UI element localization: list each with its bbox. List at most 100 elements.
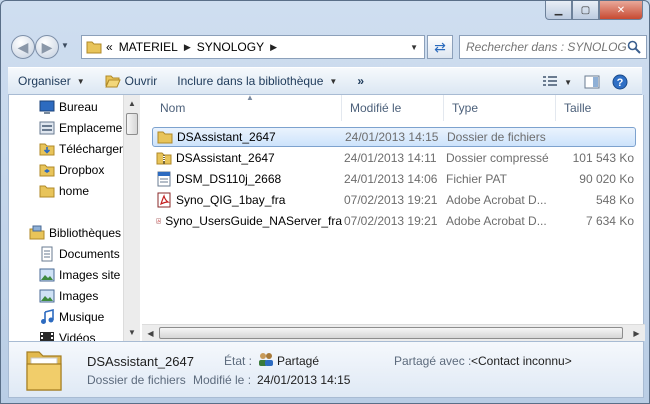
table-row[interactable]: Syno_QIG_1bay_fra 07/02/2013 19:21 Adobe… <box>152 190 636 210</box>
maximize-icon: ▢ <box>580 4 591 16</box>
refresh-button[interactable]: ⇄ <box>427 35 453 59</box>
details-file-name: DSAssistant_2647 <box>87 354 194 369</box>
chevron-down-icon[interactable]: ▼ <box>410 43 418 52</box>
navigation-pane: Bureau Emplacements Téléchargements Drop… <box>9 95 137 341</box>
address-segment-synology[interactable]: SYNOLOGY <box>197 40 264 54</box>
organize-button[interactable]: Organiser ▼ <box>8 69 95 93</box>
maximize-button[interactable]: ▢ <box>572 1 599 20</box>
file-date: 24/01/2013 14:06 <box>344 172 438 186</box>
file-name-cell: DSAssistant_2647 <box>153 129 343 145</box>
places-icon <box>39 121 55 135</box>
nav-item-images-site[interactable]: Images site <box>39 265 120 285</box>
back-arrow-icon: ◀ <box>17 38 29 55</box>
view-controls: ▼ ? <box>536 70 634 94</box>
chevron-right-icon[interactable]: ▶ <box>270 42 277 53</box>
nav-item-home[interactable]: home <box>39 181 89 201</box>
search-box[interactable] <box>459 35 647 59</box>
scroll-thumb[interactable] <box>126 113 138 135</box>
sort-ascending-icon: ▲ <box>246 93 254 102</box>
scroll-thumb[interactable] <box>159 327 623 339</box>
file-name: DSAssistant_2647 <box>177 130 276 144</box>
open-button[interactable]: Ouvrir <box>95 69 168 93</box>
help-button[interactable]: ? <box>606 70 634 94</box>
details-modified-label: Modifié le : <box>193 373 252 387</box>
close-icon: ✕ <box>616 4 626 16</box>
organize-label: Organiser <box>18 74 71 88</box>
zip-folder-icon <box>156 152 172 165</box>
details-state-value: Partagé <box>277 354 320 368</box>
large-folder-icon <box>26 351 62 391</box>
address-prefix[interactable]: « <box>106 40 113 54</box>
file-name: DSM_DS110j_2668 <box>176 172 282 186</box>
chevron-right-icon[interactable]: ▶ <box>184 42 191 53</box>
history-buttons: ◀ ▶ ▼ <box>11 35 83 59</box>
column-header-type[interactable]: Type <box>444 95 556 121</box>
column-header-size[interactable]: Taille <box>556 95 645 121</box>
file-size: 90 020 Ko <box>579 172 634 186</box>
folder-icon <box>157 131 173 144</box>
help-icon: ? <box>612 74 628 90</box>
refresh-icon: ⇄ <box>434 38 446 55</box>
close-button[interactable]: ✕ <box>599 1 643 20</box>
caption-buttons: ▁ ▢ ✕ <box>545 1 643 21</box>
back-button[interactable]: ◀ <box>11 35 35 59</box>
file-type: Dossier de fichiers <box>447 130 546 144</box>
chevron-down-icon: ▼ <box>564 77 572 87</box>
column-header-name[interactable]: Nom <box>142 95 342 121</box>
column-headers: ▲ Nom Modifié le Type Taille <box>142 93 645 121</box>
nav-item-dropbox[interactable]: Dropbox <box>39 160 104 180</box>
file-list: ▲ Nom Modifié le Type Taille DSAssistant… <box>142 93 645 341</box>
nav-item-label: Documents <box>59 247 120 261</box>
nav-item-label: Dropbox <box>59 163 105 177</box>
column-header-date[interactable]: Modifié le <box>342 95 444 121</box>
search-input[interactable] <box>466 40 626 54</box>
nav-item-musique[interactable]: Musique <box>39 307 104 327</box>
music-icon <box>41 309 54 324</box>
forward-arrow-icon: ▶ <box>41 38 53 55</box>
recent-pages-dropdown[interactable]: ▼ <box>61 41 69 50</box>
table-row[interactable]: DSM_DS110j_2668 24/01/2013 14:06 Fichier… <box>152 169 636 189</box>
details-shared-value: <Contact inconnu> <box>471 354 572 368</box>
forward-button[interactable]: ▶ <box>35 35 59 59</box>
table-row[interactable]: Syno_UsersGuide_NAServer_fra 07/02/2013 … <box>152 211 636 231</box>
scroll-left-icon[interactable]: ◀ <box>142 325 159 341</box>
view-details-icon <box>543 76 558 86</box>
nav-item-documents[interactable]: Documents <box>39 244 120 264</box>
details-pane: DSAssistant_2647 Dossier de fichiers Éta… <box>8 341 644 398</box>
file-type: Fichier PAT <box>446 172 507 186</box>
change-view-button[interactable]: ▼ <box>536 70 578 94</box>
scroll-up-icon[interactable]: ▲ <box>124 95 140 112</box>
nav-item-images[interactable]: Images <box>39 286 98 306</box>
shared-users-icon <box>259 353 273 366</box>
pdf-icon <box>157 192 171 208</box>
pdf-icon <box>156 218 161 224</box>
preview-pane-button[interactable] <box>578 70 606 94</box>
minimize-button[interactable]: ▁ <box>545 1 572 20</box>
nav-item-label: Musique <box>59 310 105 324</box>
address-segment-materiel[interactable]: MATERIEL <box>119 40 178 54</box>
nav-item-bibliotheques[interactable]: Bibliothèques <box>29 223 121 243</box>
nav-item-bureau[interactable]: Bureau <box>39 97 98 117</box>
navigation-pane-scrollbar[interactable]: ▲ ▼ <box>123 95 140 341</box>
scroll-down-icon[interactable]: ▼ <box>124 324 140 341</box>
navigation-row: ◀ ▶ ▼ « MATERIEL ▶ SYNOLOGY ▶ ▼ ⇄ <box>7 33 647 61</box>
videos-icon <box>40 332 54 341</box>
file-size: 548 Ko <box>595 193 634 207</box>
details-state-label: État : <box>224 354 253 368</box>
table-row[interactable]: DSAssistant_2647 24/01/2013 14:15 Dossie… <box>152 127 636 147</box>
address-bar[interactable]: « MATERIEL ▶ SYNOLOGY ▶ ▼ <box>81 35 425 59</box>
file-type: Dossier compressé <box>446 151 549 165</box>
more-commands-button[interactable]: » <box>347 69 374 93</box>
include-in-library-button[interactable]: Inclure dans la bibliothèque ▼ <box>167 69 347 93</box>
file-type: Adobe Acrobat D... <box>446 193 547 207</box>
search-icon[interactable] <box>627 40 641 54</box>
file-list-horizontal-scrollbar[interactable]: ◀ ▶ <box>142 324 645 341</box>
scroll-right-icon[interactable]: ▶ <box>628 325 645 341</box>
folder-icon <box>39 185 55 198</box>
table-row[interactable]: DSAssistant_2647 24/01/2013 14:11 Dossie… <box>152 148 636 168</box>
file-name-cell: Syno_UsersGuide_NAServer_fra <box>152 213 342 229</box>
svg-text:?: ? <box>617 77 624 89</box>
libraries-icon <box>29 225 45 240</box>
file-size: 7 634 Ko <box>585 214 634 228</box>
nav-item-videos[interactable]: Vidéos <box>39 328 95 341</box>
